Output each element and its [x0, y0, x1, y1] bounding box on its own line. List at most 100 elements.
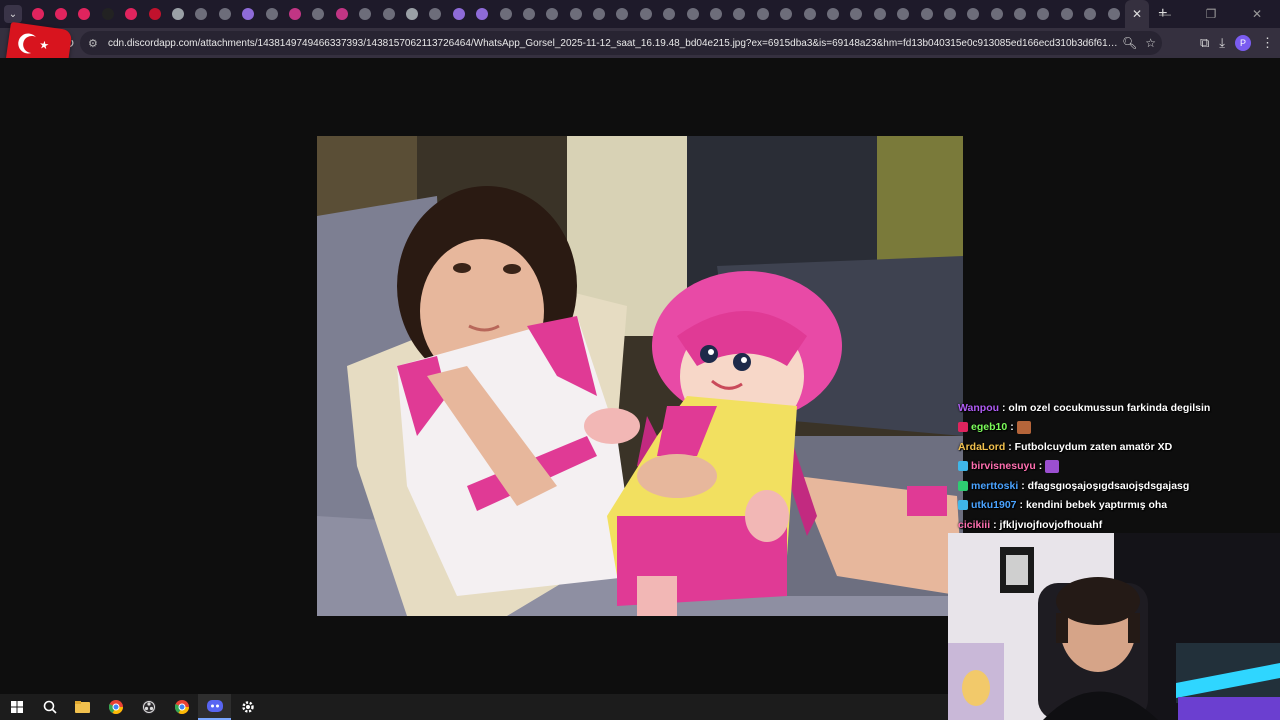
chat-username[interactable]: cicikiii: [958, 519, 990, 531]
chat-username[interactable]: ArdaLord: [958, 441, 1005, 453]
tab-favicon-icon: [335, 8, 348, 20]
tab-favicon-icon: [1037, 8, 1050, 20]
browser-tab[interactable]: [938, 0, 961, 28]
browser-tab[interactable]: [49, 0, 72, 28]
browser-tab[interactable]: [915, 0, 938, 28]
viewed-image[interactable]: [317, 136, 963, 616]
browser-tab[interactable]: [73, 0, 96, 28]
browser-tab[interactable]: [541, 0, 564, 28]
tab-favicon-icon: [756, 8, 769, 20]
browser-tab[interactable]: [1055, 0, 1078, 28]
browser-tab[interactable]: [1032, 0, 1055, 28]
site-info-icon[interactable]: ⚙: [88, 37, 104, 50]
zoom-icon[interactable]: 🔍︎: [1122, 36, 1137, 50]
browser-tab[interactable]: [704, 0, 727, 28]
browser-tab[interactable]: [821, 0, 844, 28]
chat-username[interactable]: birvisnesuyu: [971, 460, 1036, 472]
browser-tab[interactable]: [517, 0, 540, 28]
browser-tab[interactable]: [1008, 0, 1031, 28]
chat-username[interactable]: Wanpou: [958, 402, 999, 414]
tab-favicon-icon: [990, 8, 1003, 20]
browser-tab[interactable]: [868, 0, 891, 28]
menu-icon[interactable]: ⋮: [1261, 35, 1274, 51]
tab-favicon-icon: [195, 8, 208, 20]
browser-tab[interactable]: [447, 0, 470, 28]
browser-tab[interactable]: [658, 0, 681, 28]
chat-message: birvisnesuyu:: [958, 457, 1278, 477]
address-bar[interactable]: ⚙ cdn.discordapp.com/attachments/1438149…: [80, 31, 1162, 55]
tab-favicon-icon: [242, 8, 255, 20]
browser-tab[interactable]: [1102, 0, 1125, 28]
close-window-icon[interactable]: ✕: [1234, 0, 1280, 28]
taskbar-chrome-icon[interactable]: [165, 694, 198, 720]
browser-tab[interactable]: [424, 0, 447, 28]
browser-tab[interactable]: [470, 0, 493, 28]
browser-tab[interactable]: [307, 0, 330, 28]
browser-tab[interactable]: [400, 0, 423, 28]
browser-tab[interactable]: [377, 0, 400, 28]
browser-tab[interactable]: [213, 0, 236, 28]
taskbar-windows-start-icon[interactable]: [0, 694, 33, 720]
browser-tab[interactable]: [798, 0, 821, 28]
browser-tab[interactable]: [120, 0, 143, 28]
streamer-webcam: [948, 533, 1280, 720]
taskbar-settings-icon[interactable]: [231, 694, 264, 720]
toolbar-right: ⧉ ⤓ P ⋮: [1200, 28, 1274, 58]
tab-favicon-icon: [569, 8, 582, 20]
extensions-icon[interactable]: ⧉: [1200, 35, 1209, 51]
browser-tab[interactable]: [237, 0, 260, 28]
taskbar-discord-icon[interactable]: [198, 694, 231, 720]
browser-tab[interactable]: [728, 0, 751, 28]
address-bar-actions: 🔍︎ ☆: [1122, 31, 1156, 55]
url-text[interactable]: cdn.discordapp.com/attachments/143814974…: [108, 38, 1118, 49]
taskbar-obs-icon[interactable]: [132, 694, 165, 720]
browser-tab[interactable]: [494, 0, 517, 28]
taskbar-file-explorer-icon[interactable]: [66, 694, 99, 720]
browser-tab[interactable]: [775, 0, 798, 28]
browser-tab[interactable]: [143, 0, 166, 28]
download-icon[interactable]: ⤓: [1219, 35, 1225, 51]
browser-tab[interactable]: [587, 0, 610, 28]
browser-tab[interactable]: [1079, 0, 1102, 28]
tab-favicon-icon: [148, 8, 161, 20]
browser-tab[interactable]: [96, 0, 119, 28]
browser-tab[interactable]: [845, 0, 868, 28]
profile-avatar[interactable]: P: [1235, 35, 1251, 51]
chat-badge-icon: [958, 480, 968, 491]
chat-text: : Futbolcuydum zaten amatör XD: [1008, 440, 1173, 453]
tab-search-icon[interactable]: ⌄: [4, 5, 22, 23]
taskbar-chrome-icon[interactable]: [99, 694, 132, 720]
browser-tab[interactable]: [190, 0, 213, 28]
tab-favicon-icon: [733, 8, 746, 20]
bookmark-star-icon[interactable]: ☆: [1145, 36, 1156, 50]
browser-tab[interactable]: [166, 0, 189, 28]
tab-favicon-icon: [897, 8, 910, 20]
browser-tab[interactable]: [283, 0, 306, 28]
browser-tab[interactable]: [634, 0, 657, 28]
browser-tab[interactable]: [985, 0, 1008, 28]
browser-tab[interactable]: [681, 0, 704, 28]
chat-badge-icon: [958, 422, 968, 433]
browser-tab[interactable]: [260, 0, 283, 28]
chat-username[interactable]: egeb10: [971, 421, 1007, 433]
browser-tab[interactable]: [330, 0, 353, 28]
tab-favicon-icon: [663, 8, 676, 20]
browser-tab[interactable]: [353, 0, 376, 28]
tab-favicon-icon: [288, 8, 301, 20]
chat-message: utku1907: kendini bebek yaptırmış oha: [958, 496, 1278, 516]
browser-tab[interactable]: [962, 0, 985, 28]
close-tab-icon[interactable]: ✕: [1132, 7, 1142, 21]
browser-tab[interactable]: [611, 0, 634, 28]
tab-favicon-icon: [686, 8, 699, 20]
tab-favicon-icon: [499, 8, 512, 20]
stream-chat-overlay: Wanpou: olm ozel cocukmussun farkinda de…: [958, 398, 1278, 535]
taskbar-search-icon[interactable]: [33, 694, 66, 720]
browser-tab[interactable]: [891, 0, 914, 28]
minimize-icon[interactable]: —: [1142, 0, 1188, 28]
chat-username[interactable]: utku1907: [971, 499, 1017, 511]
browser-tab[interactable]: [751, 0, 774, 28]
chat-text: : olm ozel cocukmussun farkinda degilsin: [1002, 401, 1211, 414]
restore-icon[interactable]: ❐: [1188, 0, 1234, 28]
chat-username[interactable]: merttoski: [971, 480, 1018, 492]
browser-tab[interactable]: [564, 0, 587, 28]
